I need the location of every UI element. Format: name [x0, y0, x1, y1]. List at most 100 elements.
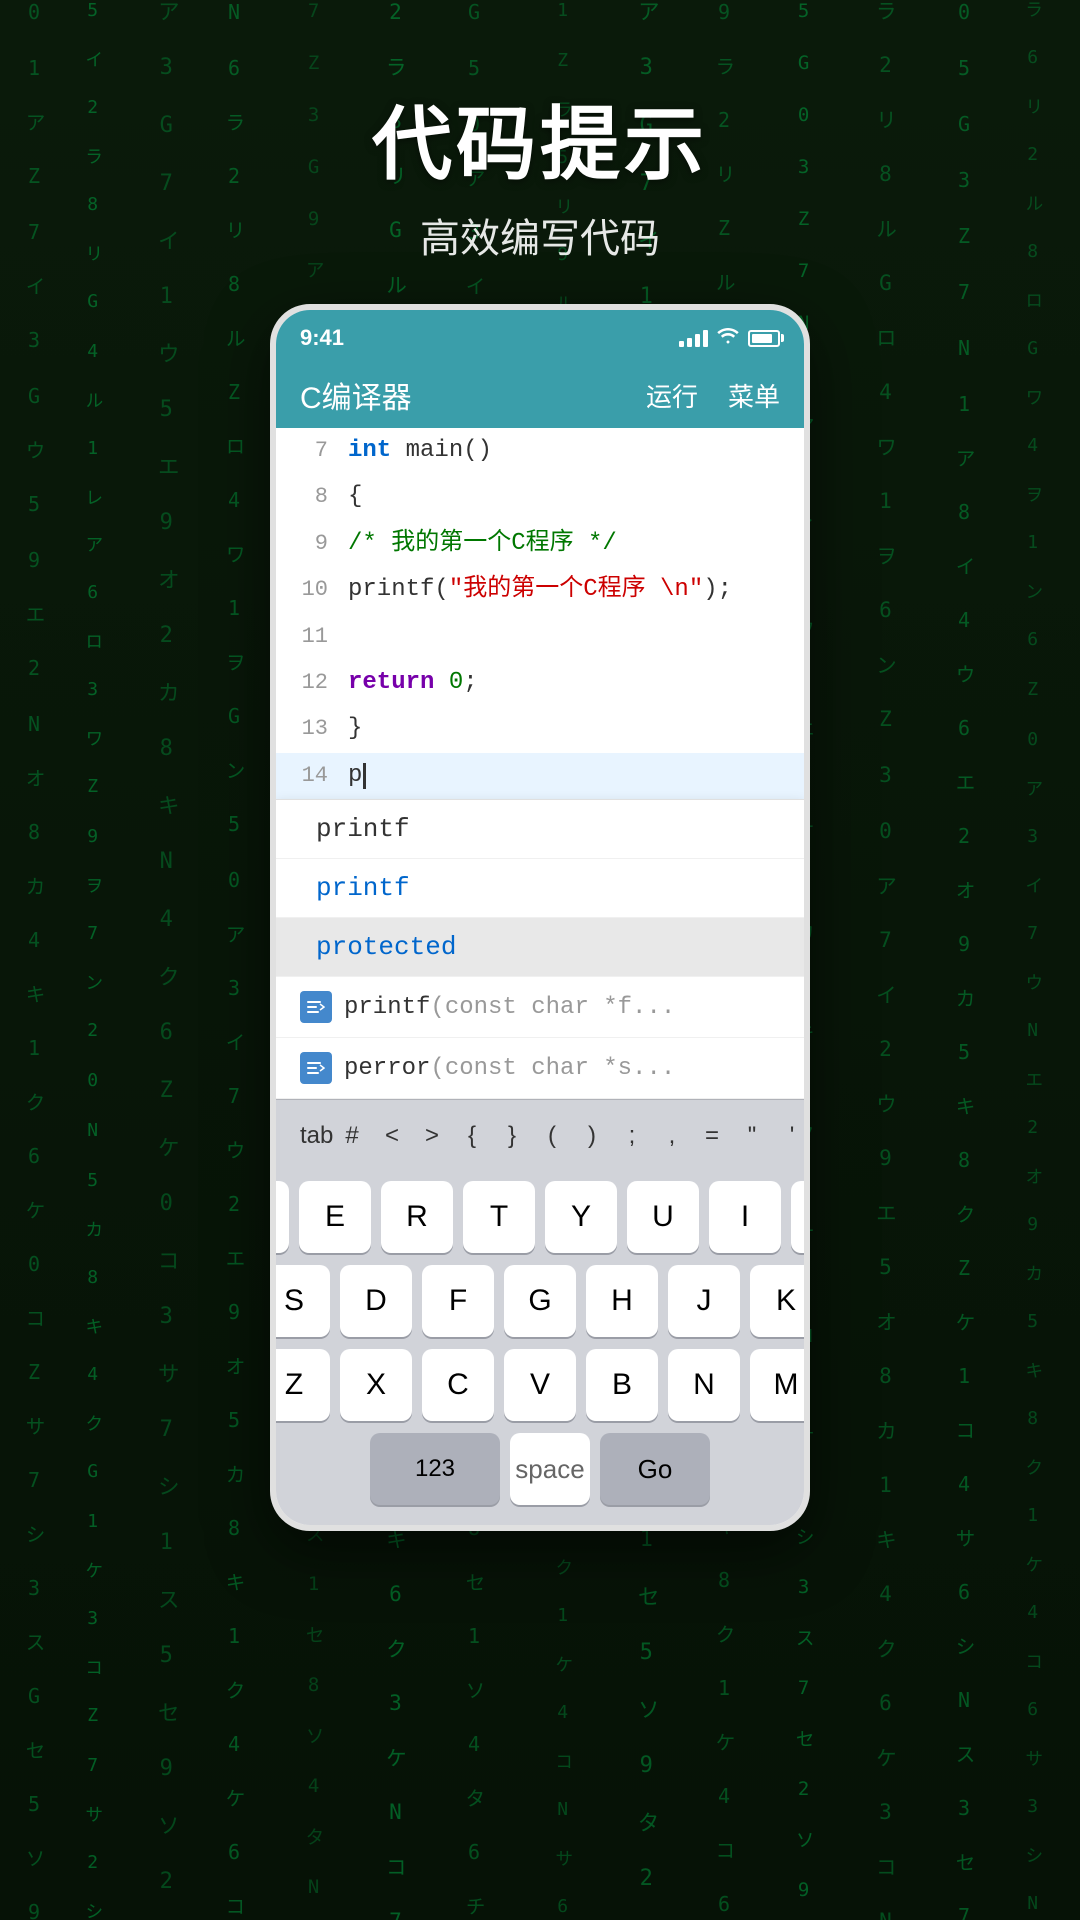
func-text-1: printf(const char *f...	[344, 994, 675, 1021]
semi: );	[703, 576, 732, 603]
autocomplete-dropdown: printf printf protected printf(const cha…	[276, 799, 804, 1099]
status-icons	[679, 326, 780, 350]
code-text: main()	[406, 437, 492, 464]
code-editor[interactable]: 7 int main() 8 { 9 /* 我的第一个C程序 */ 10	[276, 428, 804, 799]
app-title: C编译器	[300, 373, 412, 417]
signal-bar-2	[687, 338, 692, 347]
key-dquote[interactable]: "	[732, 1116, 772, 1156]
key-o[interactable]: O	[791, 1181, 810, 1253]
space-text	[434, 669, 448, 696]
code-content-8: {	[348, 478, 788, 516]
code-line-9: 9 /* 我的第一个C程序 */	[276, 521, 804, 567]
string-val: "我的第一个C程序 \n"	[449, 576, 703, 603]
key-squote[interactable]: '	[772, 1116, 810, 1156]
key-h[interactable]: H	[586, 1265, 658, 1337]
key-z[interactable]: Z	[270, 1349, 330, 1421]
go-button[interactable]: Go	[600, 1433, 710, 1505]
key-k[interactable]: K	[750, 1265, 810, 1337]
key-row-4: 123 space Go	[284, 1433, 796, 1505]
line-num-8: 8	[292, 479, 328, 514]
key-r[interactable]: R	[381, 1181, 453, 1253]
autocomplete-item-3[interactable]: protected	[276, 918, 804, 977]
key-u[interactable]: U	[627, 1181, 699, 1253]
page-content: 代码提示 高效编写代码 9:41	[0, 0, 1080, 1920]
key-equals[interactable]: =	[692, 1116, 732, 1156]
line-num-9: 9	[292, 526, 328, 561]
code-line-12: 12 return 0;	[276, 660, 804, 706]
phone-mockup: 9:41 C编译器	[270, 304, 810, 1531]
key-lt[interactable]: <	[372, 1116, 412, 1156]
titlebar-actions: 运行 菜单	[646, 377, 780, 414]
signal-bars	[679, 329, 708, 347]
code-line-14: 14 p	[276, 753, 804, 799]
key-m[interactable]: M	[750, 1349, 810, 1421]
code-content-10: printf("我的第一个C程序 \n");	[348, 571, 788, 609]
key-g[interactable]: G	[504, 1265, 576, 1337]
func-icon-2	[300, 1052, 332, 1084]
key-comma[interactable]: ,	[652, 1116, 692, 1156]
key-y[interactable]: Y	[545, 1181, 617, 1253]
key-row-2: A S D F G H J K L	[284, 1265, 796, 1337]
text-cursor	[363, 763, 366, 789]
code-content-11	[348, 618, 788, 656]
typed-p: p	[348, 762, 362, 789]
line-num-7: 7	[292, 433, 328, 468]
signal-bar-3	[695, 334, 700, 347]
key-row-1: Q W E R T Y U I O P	[284, 1181, 796, 1253]
battery-icon	[748, 330, 780, 347]
line-num-13: 13	[292, 711, 328, 746]
key-hash[interactable]: #	[332, 1116, 372, 1156]
key-lparen[interactable]: (	[532, 1116, 572, 1156]
key-tab[interactable]: tab	[292, 1116, 332, 1156]
func-icon-1	[300, 991, 332, 1023]
key-b[interactable]: B	[586, 1349, 658, 1421]
key-rparen[interactable]: )	[572, 1116, 612, 1156]
code-content-14: p	[348, 757, 788, 795]
code-line-11: 11	[276, 614, 804, 660]
key-d[interactable]: D	[340, 1265, 412, 1337]
autocomplete-item-4[interactable]: printf(const char *f...	[276, 977, 804, 1038]
line-num-11: 11	[292, 619, 328, 654]
line-num-10: 10	[292, 572, 328, 607]
key-t[interactable]: T	[463, 1181, 535, 1253]
autocomplete-item-1[interactable]: printf	[276, 800, 804, 859]
code-line-8: 8 {	[276, 474, 804, 520]
space-button[interactable]: space	[510, 1433, 590, 1505]
autocomplete-item-2[interactable]: printf	[276, 859, 804, 918]
keyboard: Q W E R T Y U I O P A S D F G H J K	[276, 1171, 804, 1525]
key-semicolon[interactable]: ;	[612, 1116, 652, 1156]
key-s[interactable]: S	[270, 1265, 330, 1337]
key-j[interactable]: J	[668, 1265, 740, 1337]
keyword-int: int	[348, 437, 391, 464]
key-e[interactable]: E	[299, 1181, 371, 1253]
autocomplete-item-5[interactable]: perror(const char *s...	[276, 1038, 804, 1099]
line-num-14: 14	[292, 758, 328, 793]
battery-fill	[752, 334, 772, 343]
key-gt[interactable]: >	[412, 1116, 452, 1156]
key-lbrace[interactable]: {	[452, 1116, 492, 1156]
key-x[interactable]: X	[340, 1349, 412, 1421]
code-line-13: 13 }	[276, 706, 804, 752]
key-row-3: ⇧ Z X C V B N M ⌫	[284, 1349, 796, 1421]
key-v[interactable]: V	[504, 1349, 576, 1421]
func-name-2: perror	[344, 1055, 430, 1082]
header-section: 代码提示 高效编写代码	[372, 0, 708, 264]
key-f[interactable]: F	[422, 1265, 494, 1337]
special-keys-row: tab # < > { } ( ) ; , = " ' & |	[276, 1099, 804, 1171]
numbers-button[interactable]: 123	[370, 1433, 500, 1505]
func-params-1: (const char *f...	[430, 994, 675, 1021]
key-w[interactable]: W	[270, 1181, 289, 1253]
code-content-13: }	[348, 710, 788, 748]
semi2: ;	[463, 669, 477, 696]
key-n[interactable]: N	[668, 1349, 740, 1421]
menu-button[interactable]: 菜单	[728, 377, 780, 414]
key-rbrace[interactable]: }	[492, 1116, 532, 1156]
sub-title: 高效编写代码	[372, 206, 708, 264]
main-title: 代码提示	[372, 80, 708, 196]
key-i[interactable]: I	[709, 1181, 781, 1253]
run-button[interactable]: 运行	[646, 377, 698, 414]
wifi-icon	[716, 326, 740, 350]
key-c[interactable]: C	[422, 1349, 494, 1421]
code-line-7: 7 int main()	[276, 428, 804, 474]
func-params-2: (const char *s...	[430, 1055, 675, 1082]
